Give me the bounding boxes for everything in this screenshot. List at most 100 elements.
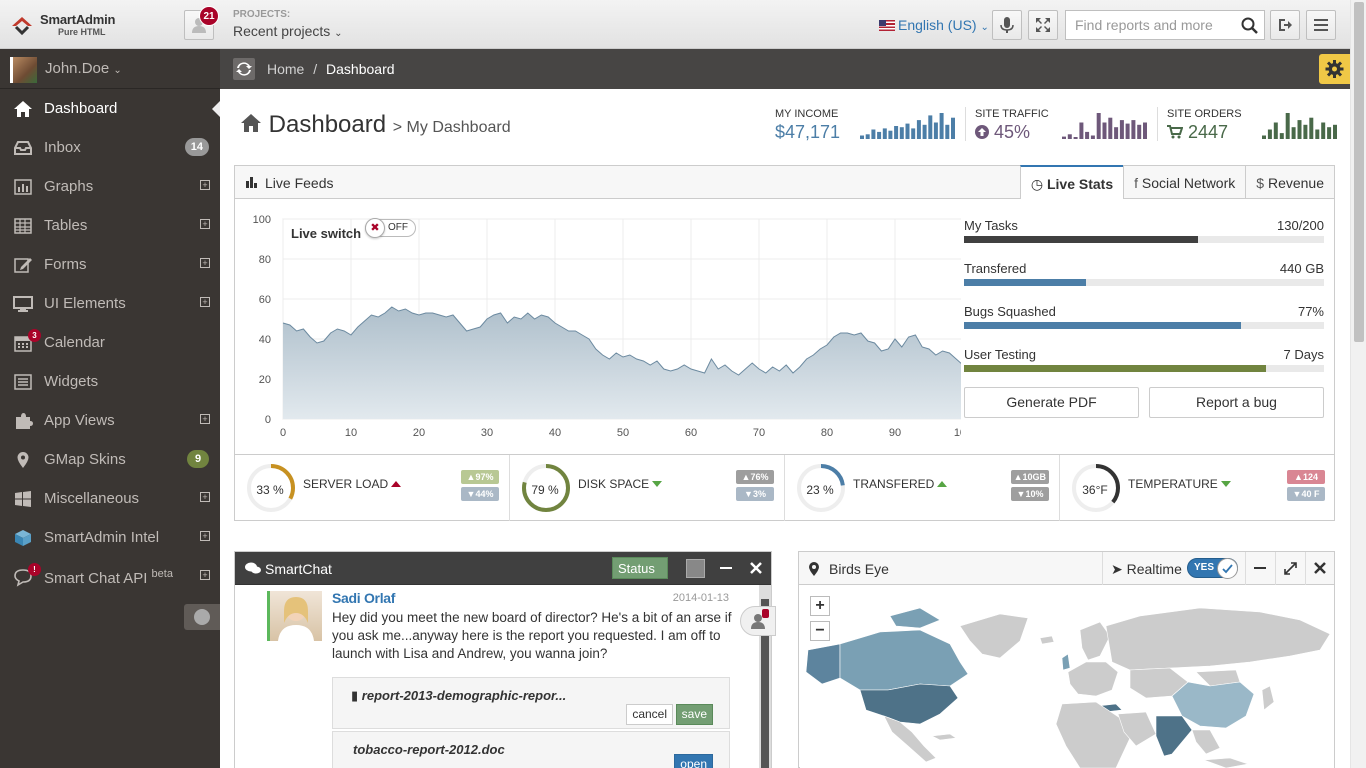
search-input[interactable] [1066,11,1234,39]
page-scrollbar-thumb[interactable] [1354,2,1364,342]
close-widget-button[interactable] [742,552,771,585]
map-region [1261,685,1275,711]
sparkline-bar [1096,113,1101,139]
refresh-button[interactable] [233,58,255,80]
count-badge: 9 [187,450,209,468]
gauge-disk-space: 79 % DISK SPACE ▲76% ▼3% [510,455,785,521]
arrow-left-icon [194,609,210,625]
zoom-out-button[interactable]: − [810,621,830,641]
sparkline-bar [1125,123,1130,139]
realtime-state: YES [1194,562,1215,573]
check-icon [1217,558,1238,579]
map-region [930,733,957,741]
attachment-name[interactable]: report-2013-demographic-repor... [362,688,566,703]
status-dropdown[interactable]: Status ▼ [612,557,668,597]
sidebar-item-app-views[interactable]: App Views + [0,401,220,440]
attachment-name[interactable]: tobacco-report-2012.doc [353,742,505,757]
expand-plus-icon[interactable]: + [200,180,210,190]
expand-plus-icon[interactable]: + [200,297,210,307]
minify-menu-button[interactable] [184,604,220,630]
activity-count-badge: 21 [199,6,219,26]
progress-bar [964,236,1324,243]
tab-revenue[interactable]: $ Revenue [1245,165,1334,199]
chevron-down-icon: ⌄ [980,22,989,33]
page-scrollbar[interactable] [1350,0,1366,768]
gauge-label-wrap: DISK SPACE [578,477,663,491]
sidebar-item-tables[interactable]: Tables + [0,206,220,245]
sparkline-bar [911,128,916,139]
close-icon: ✖ [365,218,385,238]
sidebar-item-widgets[interactable]: Widgets [0,362,220,401]
zoom-in-button[interactable]: + [810,596,830,616]
sidebar-item-label: Smart Chat API beta [44,568,173,587]
breadcrumb-home[interactable]: Home [267,61,304,77]
realtime-label-wrap: ➤ Realtime [1111,561,1182,578]
sidebar-item-graphs[interactable]: Graphs + [0,167,220,206]
puzzle-icon [16,413,33,429]
x-tick-label: 100 [954,427,961,439]
language-dropdown[interactable]: English (US) ⌄ [879,17,989,33]
search-icon[interactable] [1241,17,1258,34]
chat-sender-name[interactable]: Sadi Orlaf [332,590,395,606]
chat-body: Sadi Orlaf 2014-01-13 Hey did you meet t… [235,585,759,768]
sidebar-item-forms[interactable]: Forms + [0,245,220,284]
fullscreen-widget-button[interactable] [1275,552,1304,585]
caret-up-icon [391,481,402,487]
username-dropdown[interactable]: John.Doe ⌄ [45,60,122,77]
tab-live-stats-label: Live Stats [1046,176,1114,192]
username: John.Doe [45,60,110,77]
sidebar-item-smart-chat-api[interactable]: Smart Chat API beta! + [0,557,220,596]
voice-command-button[interactable] [992,10,1022,40]
sidebar-item-label: Forms [44,256,87,273]
x-tick-label: 40 [549,427,561,439]
projects-dropdown[interactable]: Recent projects ⌄ [233,23,343,39]
chat-users-toggle[interactable] [740,606,776,636]
sidebar-item-inbox[interactable]: Inbox 14 [0,128,220,167]
color-picker-button[interactable] [686,559,705,578]
fullscreen-button[interactable] [1028,10,1058,40]
sparkline-bar [1291,127,1296,139]
expand-plus-icon[interactable]: + [200,531,210,541]
x-tick-label: 60 [685,427,697,439]
sidebar-item-miscellaneous[interactable]: Miscellaneous + [0,479,220,518]
settings-button[interactable] [1319,54,1350,84]
expand-plus-icon[interactable]: + [200,258,210,268]
tab-live-stats[interactable]: ◷ Live Stats [1019,165,1124,199]
report-bug-button[interactable]: Report a bug [1149,387,1324,418]
realtime-toggle[interactable]: YES [1187,558,1238,579]
main-content: Dashboard > My Dashboard MY INCOME $47,1… [220,89,1350,768]
gauge-label-wrap: SERVER LOAD [303,477,402,491]
sidebar-item-calendar[interactable]: Calendar 3 [0,323,220,362]
tab-social-network[interactable]: f Social Network [1123,165,1245,199]
logout-button[interactable] [1270,10,1300,40]
generate-pdf-button[interactable]: Generate PDF [964,387,1139,418]
close-widget-button[interactable] [1305,552,1334,585]
x-tick-label: 10 [345,427,357,439]
sparkline-bar [1073,137,1078,139]
sparkline-bar [933,122,938,139]
sidebar-item-gmap-skins[interactable]: GMap Skins 9 [0,440,220,479]
login-info[interactable]: John.Doe ⌄ [0,49,220,89]
sparkline-bar [1273,122,1278,139]
sidebar-item-smartadmin-intel[interactable]: SmartAdmin Intel + [0,518,220,557]
collapse-button[interactable] [1245,552,1274,585]
live-switch-toggle[interactable]: ✖ OFF [365,218,416,238]
expand-plus-icon[interactable]: + [200,492,210,502]
open-attachment-button[interactable]: open [674,754,713,768]
logo[interactable]: SmartAdmin Pure HTML [10,10,120,40]
logo-icon [12,17,32,36]
expand-plus-icon[interactable]: + [200,570,210,580]
sidebar-item-dashboard[interactable]: Dashboard [0,89,220,128]
save-attachment-button[interactable]: save [675,704,713,725]
world-map[interactable]: + − [800,586,1334,768]
y-tick-label: 60 [259,294,271,306]
collapse-button[interactable] [712,552,741,585]
sidebar-item-ui-elements[interactable]: UI Elements + [0,284,220,323]
activity-button[interactable]: 21 [184,6,219,40]
location-arrow-icon: ➤ [1111,561,1123,577]
cancel-attachment-button[interactable]: cancel [626,704,673,725]
expand-plus-icon[interactable]: + [200,414,210,424]
menu-toggle-button[interactable] [1306,10,1336,40]
expand-plus-icon[interactable]: + [200,219,210,229]
page-subtitle: > My Dashboard [392,119,511,136]
